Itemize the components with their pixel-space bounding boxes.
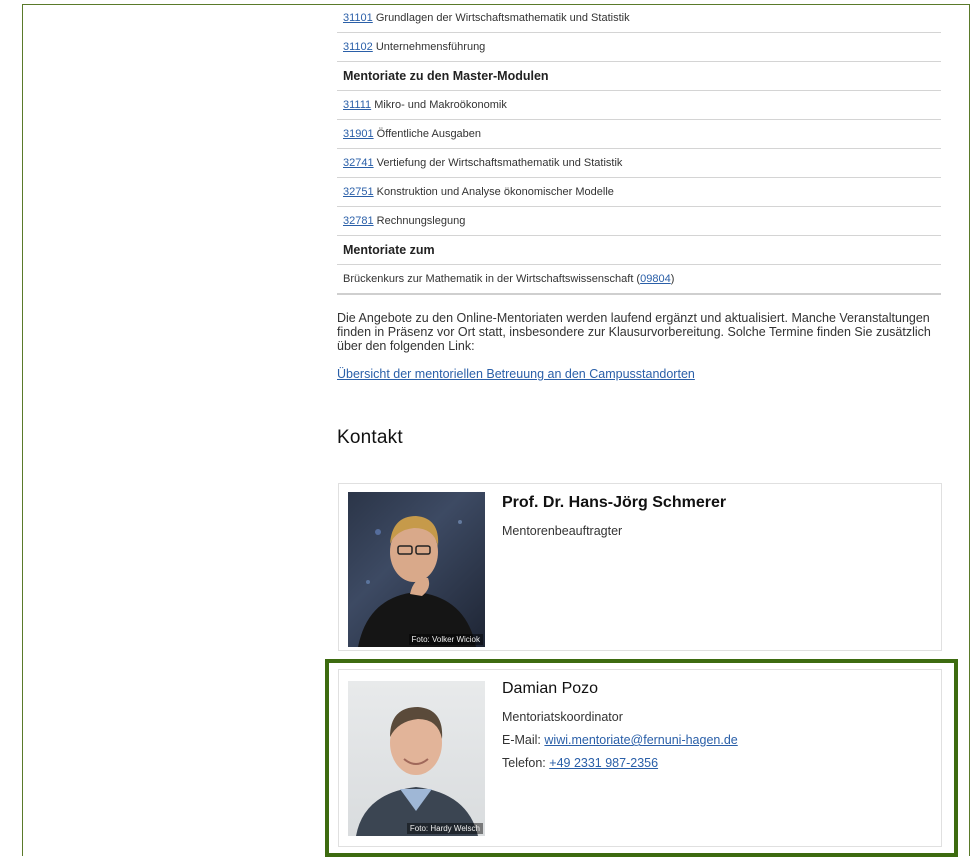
contact-card: Foto: Volker Wiciok Prof. Dr. Hans-Jörg … (338, 483, 942, 651)
module-link[interactable]: 31901 (343, 128, 374, 140)
main-content: 31101 Grundlagen der Wirtschaftsmathemat… (337, 4, 941, 449)
overview-link[interactable]: Übersicht der mentoriellen Betreuung an … (337, 367, 941, 381)
contact-photo: Foto: Volker Wiciok (348, 492, 485, 647)
list-item: 31111 Mikro- und Makroökonomik (337, 91, 941, 120)
section-heading: Mentoriate zum (337, 236, 941, 265)
photo-credit: Foto: Volker Wiciok (408, 634, 483, 645)
list-item: 32751 Konstruktion und Analyse ökonomisc… (337, 178, 941, 207)
module-title: Mikro- und Makroökonomik (374, 99, 507, 111)
contact-info: Prof. Dr. Hans-Jörg Schmerer Mentorenbea… (502, 494, 726, 547)
module-title: Vertiefung der Wirtschaftsmathematik und… (376, 157, 623, 169)
list-item: 32741 Vertiefung der Wirtschaftsmathemat… (337, 149, 941, 178)
section-heading: Mentoriate zu den Master-Modulen (337, 62, 941, 91)
portrait-image (358, 516, 476, 647)
module-title: Konstruktion und Analyse ökonomischer Mo… (376, 186, 614, 198)
contact-heading: Kontakt (337, 427, 403, 448)
highlight-box (325, 659, 958, 857)
contact-role: Mentorenbeauftragter (502, 524, 623, 538)
module-title: Öffentliche Ausgaben (376, 128, 482, 140)
module-link[interactable]: 31102 (343, 41, 373, 53)
list-item: 32781 Rechnungslegung (337, 207, 941, 236)
bridge-title: Brückenkurs zur Mathematik in der Wirtsc… (343, 273, 641, 285)
module-link[interactable]: 32751 (343, 186, 374, 198)
list-item: 31101 Grundlagen der Wirtschaftsmathemat… (337, 4, 941, 33)
module-link[interactable]: 09804 (640, 273, 671, 285)
module-title: Rechnungslegung (376, 215, 466, 227)
module-link[interactable]: 32741 (343, 157, 374, 169)
list-item: 31102 Unternehmensführung (337, 33, 941, 62)
list-item: Brückenkurs zur Mathematik in der Wirtsc… (337, 265, 941, 295)
list-item: 31901 Öffentliche Ausgaben (337, 120, 941, 149)
bachelor-module-list: 31101 Grundlagen der Wirtschaftsmathemat… (337, 4, 941, 295)
module-link[interactable]: 32781 (343, 215, 374, 227)
module-link[interactable]: 31111 (343, 99, 371, 111)
module-title: Grundlagen der Wirtschaftsmathematik und… (375, 12, 630, 24)
bridge-suffix: ) (670, 273, 675, 285)
module-link[interactable]: 31101 (343, 12, 373, 24)
module-title: Unternehmensführung (375, 41, 486, 53)
info-paragraph: Die Angebote zu den Online-Mentoriaten w… (337, 311, 931, 353)
contact-name: Prof. Dr. Hans-Jörg Schmerer (502, 494, 727, 511)
